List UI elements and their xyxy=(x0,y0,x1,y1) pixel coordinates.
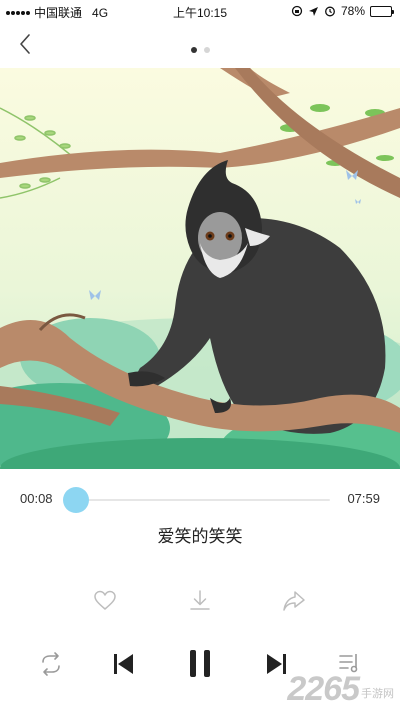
album-artwork xyxy=(0,68,400,469)
alarm-icon xyxy=(325,6,335,17)
seek-thumb[interactable] xyxy=(63,487,90,513)
page-dot xyxy=(203,47,210,53)
share-icon[interactable] xyxy=(281,588,307,614)
watermark-logo: 2265 手游网 xyxy=(287,667,394,707)
location-icon xyxy=(308,6,318,16)
song-title: 爱笑的笑笑 xyxy=(157,527,243,546)
page-indicator xyxy=(0,47,400,53)
watermark-site: 手游网 xyxy=(361,688,394,700)
seek-bar[interactable] xyxy=(63,487,330,513)
battery-percent: 78% xyxy=(340,4,365,18)
total-time: 07:59 xyxy=(347,491,380,506)
status-right: 78% xyxy=(291,4,394,18)
heart-icon[interactable] xyxy=(92,588,118,614)
download-icon[interactable] xyxy=(187,588,213,614)
previous-icon[interactable] xyxy=(110,644,136,684)
action-row xyxy=(0,588,400,616)
watermark-brand: 2265 xyxy=(287,670,360,708)
progress-section: 00:08 07:59 xyxy=(0,482,400,518)
lock-rotation-icon xyxy=(291,5,303,17)
gibbon-illustration xyxy=(0,68,400,469)
current-time: 00:08 xyxy=(20,491,53,506)
repeat-icon[interactable] xyxy=(38,644,64,684)
pause-icon[interactable] xyxy=(185,644,215,684)
page-dot xyxy=(190,47,197,53)
status-bar: 中国联通 4G 上午10:15 78% xyxy=(0,0,400,22)
battery-icon xyxy=(370,5,394,17)
